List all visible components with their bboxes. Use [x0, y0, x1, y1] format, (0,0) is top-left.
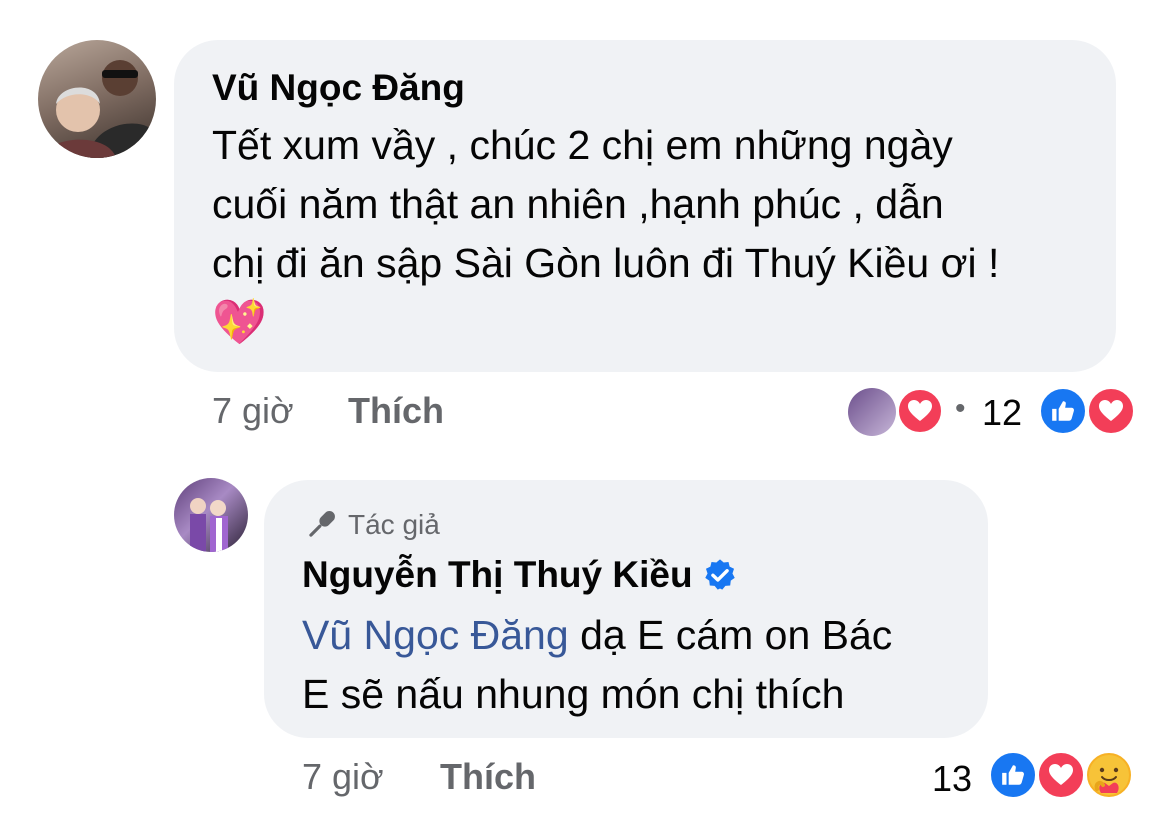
author-badge: Tác giả	[302, 506, 440, 544]
reply-author-name-text: Nguyễn Thị Thuý Kiều	[302, 554, 693, 595]
reply-author-avatar[interactable]	[174, 478, 248, 552]
reply-reaction-count[interactable]: 13	[932, 758, 972, 800]
sparkling-heart-emoji: 💖	[212, 297, 267, 348]
love-reaction-icon	[1086, 386, 1136, 436]
love-reaction-icon	[1036, 750, 1086, 800]
like-button[interactable]: Thích	[348, 390, 444, 432]
comment-line: chị đi ăn sập Sài Gòn luôn đi Thuý Kiều …	[212, 240, 1000, 286]
reply-author-name[interactable]: Nguyễn Thị Thuý Kiều	[302, 553, 737, 597]
reply-like-button[interactable]: Thích	[440, 756, 536, 798]
like-reaction-icon	[988, 750, 1038, 800]
love-reaction-icon	[896, 387, 944, 435]
comment-text: Tết xum vầy , chúc 2 chị em những ngày c…	[212, 116, 1102, 353]
reply-line: Vũ Ngọc Đăng dạ E cám on Bác	[302, 606, 982, 665]
microphone-icon	[302, 506, 340, 544]
reply-line-rest: dạ E cám on Bác	[568, 612, 893, 658]
reactor-avatar	[848, 388, 896, 436]
author-badge-label: Tác giả	[348, 509, 440, 540]
avatar-photo	[190, 498, 228, 552]
reply-timestamp[interactable]: 7 giờ	[302, 756, 384, 798]
care-reaction-icon	[1084, 750, 1134, 800]
comment-author-name[interactable]: Vũ Ngọc Đăng	[212, 66, 465, 110]
verified-badge-icon	[703, 558, 737, 592]
reaction-count[interactable]: 12	[982, 392, 1022, 434]
avatar-photo	[43, 60, 156, 158]
reply-text: Vũ Ngọc Đăng dạ E cám on Bác E sẽ nấu nh…	[302, 606, 982, 724]
comment-timestamp[interactable]: 7 giờ	[212, 390, 294, 432]
comment-line: Tết xum vầy , chúc 2 chị em những ngày	[212, 122, 953, 168]
reply-separator: •	[955, 392, 966, 425]
commenter-avatar[interactable]	[38, 40, 156, 158]
like-reaction-icon	[1038, 386, 1088, 436]
mention-link[interactable]: Vũ Ngọc Đăng	[302, 612, 569, 658]
comment-line: cuối năm thật an nhiên ,hạnh phúc , dẫn	[212, 181, 944, 227]
reply-line: E sẽ nấu nhung món chị thích	[302, 671, 845, 717]
reactor-group[interactable]	[848, 387, 948, 438]
